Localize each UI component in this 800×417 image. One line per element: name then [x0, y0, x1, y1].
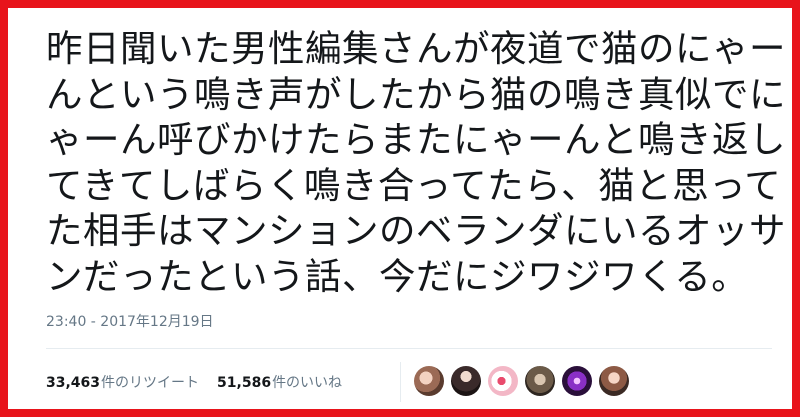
tweet-text: 昨日聞いた男性編集さんが夜道で猫のにゃー んという鳴き声がしたから猫の鳴き真似で… [46, 26, 786, 299]
red-frame-border: 昨日聞いた男性編集さんが夜道で猫のにゃー んという鳴き声がしたから猫の鳴き真似で… [0, 0, 800, 417]
tweet-text-line: た相手はマンションのベランダにいるオッサ [46, 209, 786, 252]
tweet-text-line: んという鳴き声がしたから猫の鳴き真似でに [46, 72, 786, 116]
retweet-count: 33,463 [46, 375, 101, 391]
liker-avatars [414, 366, 636, 396]
divider [46, 348, 772, 349]
avatar[interactable] [562, 366, 592, 396]
like-count-label: 件のいいね [272, 375, 343, 391]
avatar[interactable] [525, 366, 555, 396]
avatar[interactable] [599, 366, 629, 396]
like-count: 51,586 [217, 375, 272, 391]
tweet-timestamp[interactable]: 23:40 - 2017年12月19日 [46, 311, 214, 331]
like-count-link[interactable]: 51,586 件のいいね [217, 372, 342, 392]
tweet-stats: 33,463 件のリツイート 51,586 件のいいね [46, 360, 360, 404]
stats-separator [400, 362, 401, 402]
tweet-text-line: ンだったという話、今だにジワジワくる。 [46, 254, 749, 298]
avatar[interactable] [414, 366, 444, 396]
tweet-text-line: てきてしばらく鳴き合ってたら、猫と思って [46, 163, 782, 207]
tweet-text-line: ゃーん呼びかけたらまたにゃーんと鳴き返し [46, 118, 786, 161]
retweet-count-link[interactable]: 33,463 件のリツイート [46, 372, 199, 392]
tweet-text-line: 昨日聞いた男性編集さんが夜道で猫のにゃー [46, 27, 786, 70]
avatar[interactable] [488, 366, 518, 396]
retweet-count-label: 件のリツイート [101, 375, 200, 391]
avatar[interactable] [451, 366, 481, 396]
